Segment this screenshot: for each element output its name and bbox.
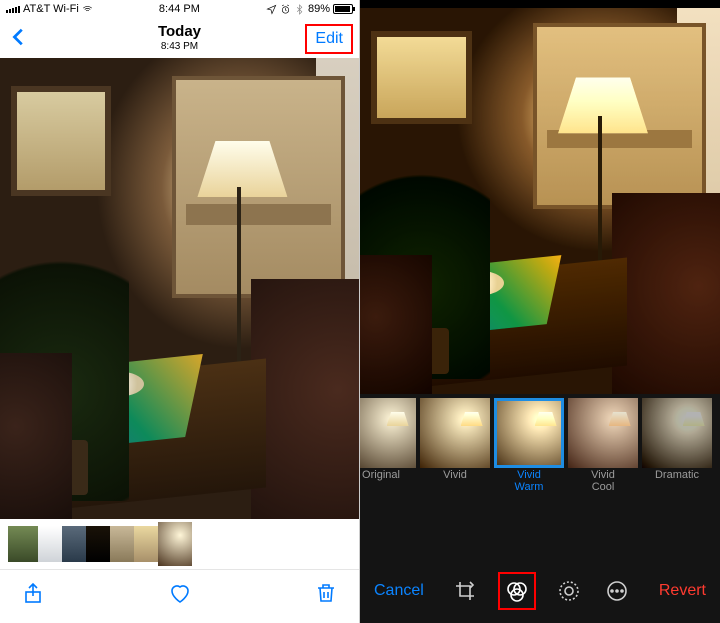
cell-signal-icon [6, 5, 20, 13]
thumbnail-strip[interactable] [0, 519, 359, 569]
nav-subtitle: 8:43 PM [158, 41, 201, 52]
share-icon[interactable] [20, 580, 46, 606]
thumbnail[interactable] [38, 526, 62, 562]
bluetooth-icon [294, 4, 305, 15]
filter-vivid-warm[interactable]: Vivid Warm [494, 398, 564, 493]
alarm-icon [280, 4, 291, 15]
location-icon [266, 4, 277, 15]
filter-label: Warm [494, 482, 564, 494]
trash-icon[interactable] [313, 580, 339, 606]
thumbnail[interactable] [8, 526, 38, 562]
thumbnail-current[interactable] [158, 522, 192, 566]
more-icon[interactable] [602, 576, 632, 606]
battery-icon [333, 4, 353, 14]
revert-button[interactable]: Revert [659, 582, 706, 600]
status-bar-edit [360, 0, 720, 8]
filter-label: Vivid [420, 470, 490, 482]
crop-rotate-icon[interactable] [450, 576, 480, 606]
filter-label: Dramatic [642, 470, 712, 482]
battery-pct-label: 89% [308, 3, 330, 15]
filter-label: Vivid [568, 470, 638, 482]
status-bar: AT&T Wi-Fi 8:44 PM 89% [0, 0, 359, 18]
edit-toolbar: Cancel Revert [360, 566, 720, 616]
filter-vivid[interactable]: Vivid [420, 398, 490, 482]
filter-label: Cool [568, 482, 638, 494]
filters-icon[interactable] [502, 576, 532, 606]
nav-title: Today [158, 24, 201, 41]
photos-viewer-screen: AT&T Wi-Fi 8:44 PM 89% Today 8:43 PM Edi… [0, 0, 360, 623]
wifi-icon [82, 4, 93, 15]
edit-button[interactable]: Edit [305, 24, 353, 54]
filter-label: Original [360, 470, 416, 482]
bottom-toolbar [0, 569, 359, 615]
adjust-icon[interactable] [554, 576, 584, 606]
cancel-button[interactable]: Cancel [374, 582, 424, 600]
filter-vivid-cool[interactable]: Vivid Cool [568, 398, 638, 493]
filter-strip[interactable]: Original Vivid Vivid Warm Vivid Cool Dra… [360, 394, 720, 496]
filter-label: Vivid [494, 470, 564, 482]
nav-bar: Today 8:43 PM Edit [0, 18, 359, 58]
filters-tab-highlight [498, 572, 536, 610]
carrier-label: AT&T Wi-Fi [23, 3, 79, 15]
thumbnail[interactable] [62, 526, 86, 562]
back-button[interactable] [8, 26, 30, 48]
thumbnail[interactable] [134, 526, 158, 562]
filter-original[interactable]: Original [360, 398, 416, 482]
edit-photo-preview[interactable] [360, 8, 720, 394]
filter-dramatic[interactable]: Dramatic [642, 398, 712, 482]
photos-edit-screen: Original Vivid Vivid Warm Vivid Cool Dra… [360, 0, 720, 623]
clock-label: 8:44 PM [159, 3, 200, 15]
thumbnail[interactable] [86, 526, 110, 562]
photo-preview[interactable] [0, 58, 359, 519]
favorite-icon[interactable] [167, 580, 193, 606]
thumbnail[interactable] [110, 526, 134, 562]
